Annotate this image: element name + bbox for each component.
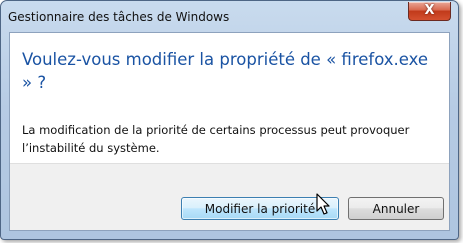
close-icon: X xyxy=(424,3,435,18)
title-bar[interactable]: Gestionnaire des tâches de Windows X xyxy=(1,1,458,33)
dialog-client-area: Voulez-vous modifier la propriété de « f… xyxy=(9,32,450,231)
main-instruction: Voulez-vous modifier la propriété de « f… xyxy=(22,50,429,92)
close-button[interactable]: X xyxy=(408,2,451,21)
window-title: Gestionnaire des tâches de Windows xyxy=(8,10,230,24)
dialog-content: Voulez-vous modifier la propriété de « f… xyxy=(10,33,449,163)
dialog-window: Gestionnaire des tâches de Windows X Vou… xyxy=(0,0,459,240)
content-text: La modification de la priorité de certai… xyxy=(22,123,410,155)
button-bar: Modifier la priorité Annuler xyxy=(10,163,449,230)
cancel-button[interactable]: Annuler xyxy=(348,197,444,220)
mouse-pointer-icon xyxy=(316,193,330,215)
